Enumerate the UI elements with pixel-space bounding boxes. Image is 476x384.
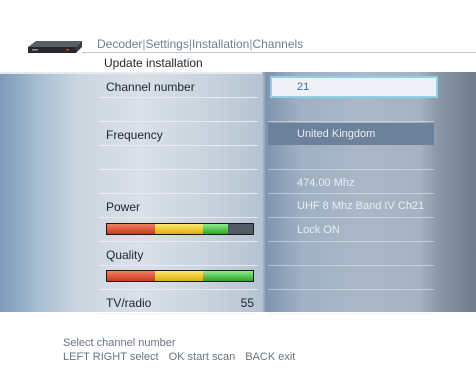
frequency-label: Frequency [106,128,163,142]
decoder-icon [28,41,82,53]
channel-number-value: 21 [297,81,310,93]
right-row-1 [268,98,434,122]
breadcrumb-decoder[interactable]: Decoder [97,37,142,51]
power-meter-green [203,224,229,234]
power-meter-yellow [155,224,204,234]
header-divider [82,52,476,53]
quality-label: Quality [106,248,144,262]
row-spacer-3 [98,170,258,194]
row-spacer-2 [98,146,258,170]
band-info: UHF 8 Mhz Band IV Ch21 [297,200,425,212]
quality-meter-red [107,271,156,281]
quality-meter-green [203,271,253,281]
frequency-value: United Kingdom [297,128,376,140]
right-row-5 [268,218,434,242]
breadcrumb-installation[interactable]: Installation [192,37,249,51]
hint-text: Select channel number [63,337,176,349]
breadcrumb: Decoder|Settings|Installation|Channels [97,37,304,51]
tv-radio-count: 55 [240,296,254,310]
channel-number-label: Channel number [106,80,195,94]
row-spacer-1 [98,98,258,122]
lock-status: Lock ON [297,224,340,236]
power-meter-red [107,224,156,234]
right-row-6 [268,242,434,266]
channel-number-input[interactable] [270,76,438,98]
key-hints: LEFT RIGHT select OK start scan BACK exit [63,351,305,363]
right-row-8 [268,290,434,314]
key-hint-back: BACK exit [245,351,296,363]
quality-meter-yellow [155,271,204,281]
breadcrumb-settings[interactable]: Settings [145,37,188,51]
screen: Decoder|Settings|Installation|Channels U… [0,0,476,384]
menu-title: Update installation [104,56,203,70]
key-hint-left-right: LEFT RIGHT select [63,351,159,363]
tv-radio-label: TV/radio [106,296,152,310]
quality-meter [106,270,254,282]
key-hint-ok: OK start scan [168,351,236,363]
power-label: Power [106,200,141,214]
power-meter [106,223,254,235]
breadcrumb-channels[interactable]: Channels [252,37,303,51]
right-row-7 [268,266,434,290]
frequency-mhz: 474.00 Mhz [297,177,355,189]
right-row-2 [268,146,434,170]
